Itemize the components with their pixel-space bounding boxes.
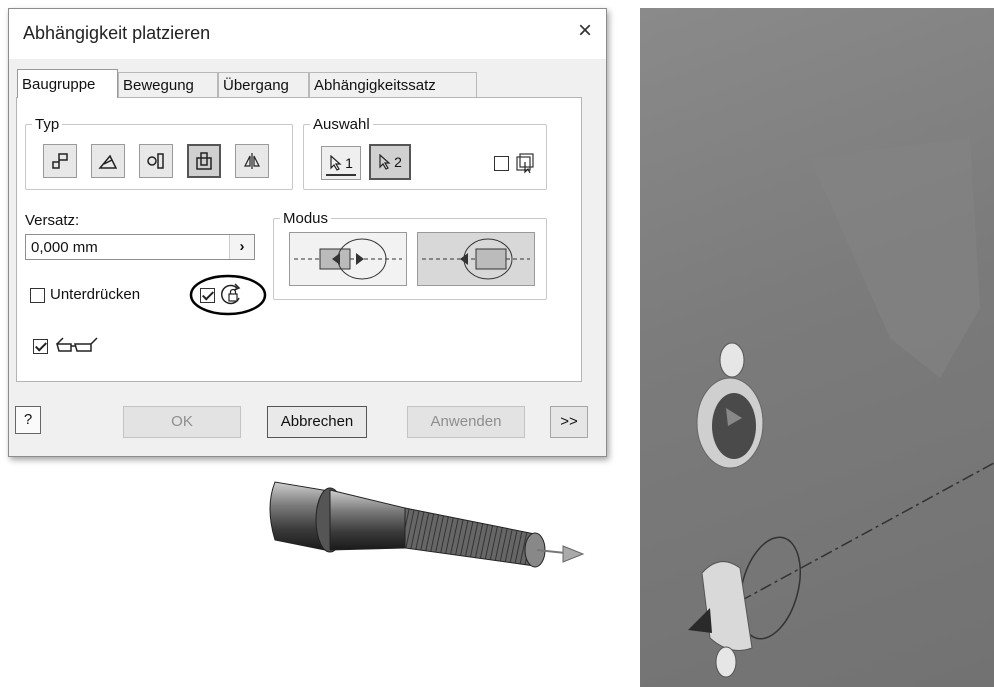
abbrechen-button[interactable]: Abbrechen bbox=[267, 406, 367, 438]
screw-model bbox=[269, 481, 585, 568]
select-2-label: 2 bbox=[394, 154, 402, 170]
insert-opposed-icon bbox=[294, 238, 402, 280]
angle-constraint-button[interactable] bbox=[91, 144, 125, 178]
selection-underline bbox=[326, 174, 356, 176]
dialog-title: Abhängigkeit platzieren bbox=[23, 23, 211, 43]
unterdruecken-label: Unterdrücken bbox=[50, 286, 141, 303]
tab-baugruppe[interactable]: Baugruppe bbox=[17, 69, 118, 98]
select-1-button[interactable]: 1 bbox=[321, 146, 361, 180]
versatz-input[interactable]: 0,000 mm › bbox=[25, 234, 255, 260]
typ-legend: Typ bbox=[35, 116, 60, 133]
viewport-background[interactable] bbox=[640, 8, 994, 687]
select-1-label: 1 bbox=[345, 155, 353, 171]
insert-aligned-icon bbox=[422, 238, 530, 280]
insert-constraint-button[interactable] bbox=[187, 144, 221, 178]
tab-abhaengigkeitssatz[interactable]: Abhängigkeitssatz bbox=[309, 72, 477, 97]
cursor-arrow-icon bbox=[379, 154, 391, 170]
anwenden-button[interactable]: Anwenden bbox=[407, 406, 525, 438]
small-hole-top bbox=[719, 342, 745, 378]
tangent-constraint-button[interactable] bbox=[139, 144, 173, 178]
small-hole-bottom bbox=[715, 646, 737, 678]
symmetry-constraint-button[interactable] bbox=[235, 144, 269, 178]
tab-uebergang[interactable]: Übergang bbox=[218, 72, 309, 97]
insert-aligned-button[interactable] bbox=[417, 232, 535, 286]
title-bar: Abhängigkeit platzieren × bbox=[9, 9, 606, 59]
mate-constraint-button[interactable] bbox=[43, 144, 77, 178]
help-icon: ? bbox=[23, 411, 33, 428]
select-2-button[interactable]: 2 bbox=[369, 144, 411, 180]
hole-geometry bbox=[688, 138, 994, 678]
chevron-right-icon[interactable]: › bbox=[229, 235, 254, 259]
help-button[interactable]: ? bbox=[15, 406, 41, 434]
preview-checkbox[interactable] bbox=[33, 339, 48, 354]
ok-button[interactable]: OK bbox=[123, 406, 241, 438]
more-button[interactable]: >> bbox=[550, 406, 588, 438]
glasses-icon bbox=[56, 337, 98, 352]
insert-opposed-button[interactable] bbox=[289, 232, 407, 286]
mate-constraint-icon bbox=[52, 153, 68, 169]
annotation-circle bbox=[189, 274, 267, 316]
symmetry-constraint-icon bbox=[244, 153, 260, 169]
place-constraint-dialog: Abhängigkeit platzieren × Baugruppe Bewe… bbox=[8, 8, 607, 457]
tab-bewegung[interactable]: Bewegung bbox=[118, 72, 218, 97]
first-occurrence-icon bbox=[516, 153, 534, 174]
tab-panel: Typ Auswahl 1 2 Versatz: 0,000 mm › Modu… bbox=[16, 97, 582, 382]
angle-constraint-icon bbox=[98, 154, 118, 169]
versatz-label: Versatz: bbox=[25, 212, 80, 229]
modus-legend: Modus bbox=[283, 210, 329, 227]
cursor-arrow-icon bbox=[330, 155, 342, 171]
insert-constraint-icon bbox=[196, 152, 212, 170]
versatz-value: 0,000 mm bbox=[31, 239, 98, 256]
tangent-constraint-icon bbox=[147, 153, 164, 169]
close-icon[interactable]: × bbox=[578, 17, 592, 45]
auswahl-legend: Auswahl bbox=[313, 116, 370, 133]
unterdruecken-checkbox[interactable] bbox=[30, 288, 45, 303]
first-occurrence-checkbox[interactable] bbox=[494, 156, 509, 171]
